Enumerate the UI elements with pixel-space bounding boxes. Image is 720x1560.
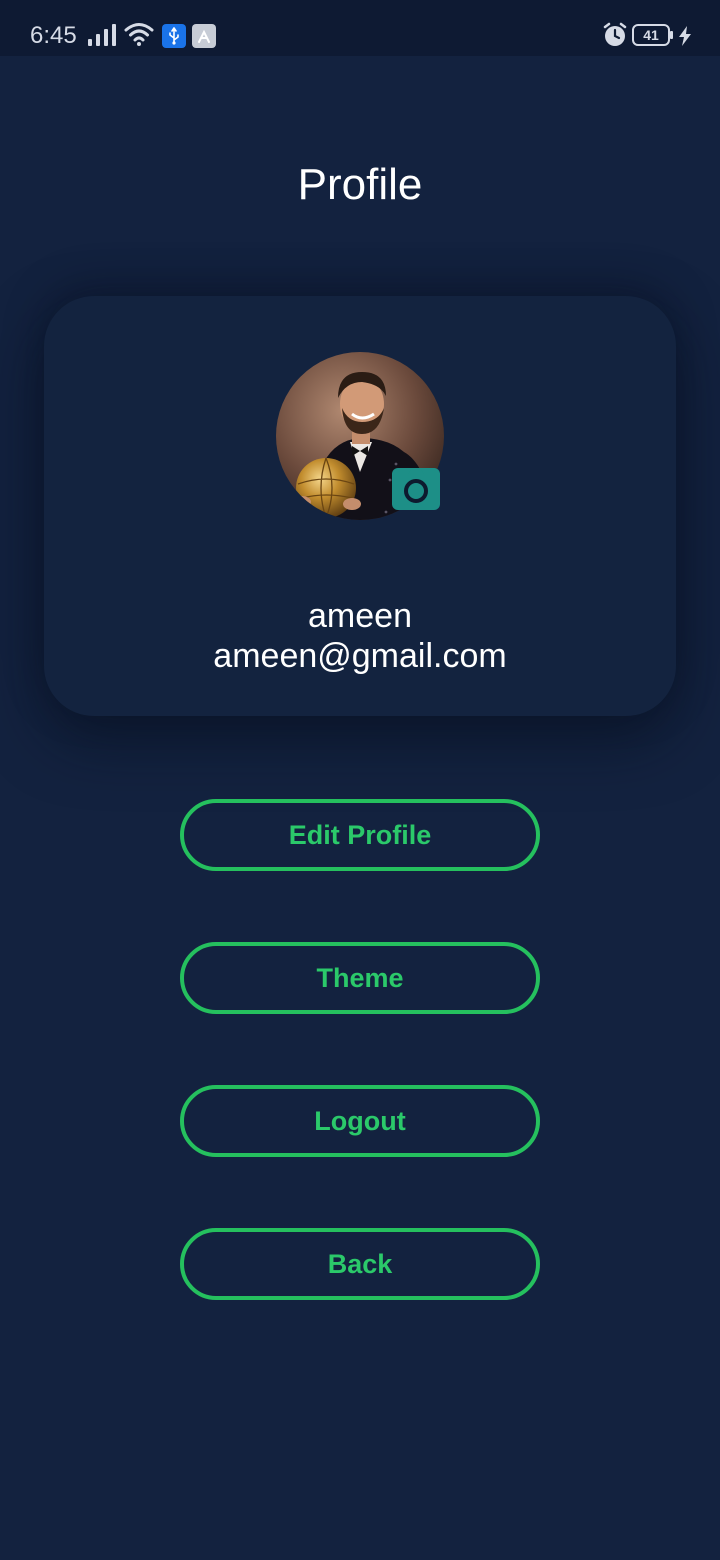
status-time: 6:45 bbox=[30, 22, 77, 49]
app-store-icon bbox=[192, 24, 216, 48]
profile-card: ameen ameen@gmail.com bbox=[44, 296, 676, 716]
alarm-icon bbox=[603, 22, 627, 46]
user-name: ameen bbox=[308, 597, 412, 635]
theme-button[interactable]: Theme bbox=[180, 942, 540, 1014]
signal-icon bbox=[88, 24, 116, 46]
camera-icon bbox=[404, 470, 428, 503]
edit-profile-button[interactable]: Edit Profile bbox=[180, 799, 540, 871]
status-bar: 6:45 41 bbox=[0, 0, 720, 56]
back-button[interactable]: Back bbox=[180, 1228, 540, 1300]
page-title: Profile bbox=[297, 160, 423, 209]
logout-button[interactable]: Logout bbox=[180, 1085, 540, 1157]
battery-level: 41 bbox=[643, 27, 659, 43]
profile-screen: 6:45 41 Profile ameen ameen@gmail.com Ed… bbox=[0, 0, 720, 1560]
user-email: ameen@gmail.com bbox=[213, 637, 507, 675]
charging-icon bbox=[679, 26, 691, 46]
change-photo-button[interactable] bbox=[392, 468, 440, 510]
usb-icon bbox=[162, 24, 186, 48]
wifi-icon bbox=[124, 23, 154, 46]
